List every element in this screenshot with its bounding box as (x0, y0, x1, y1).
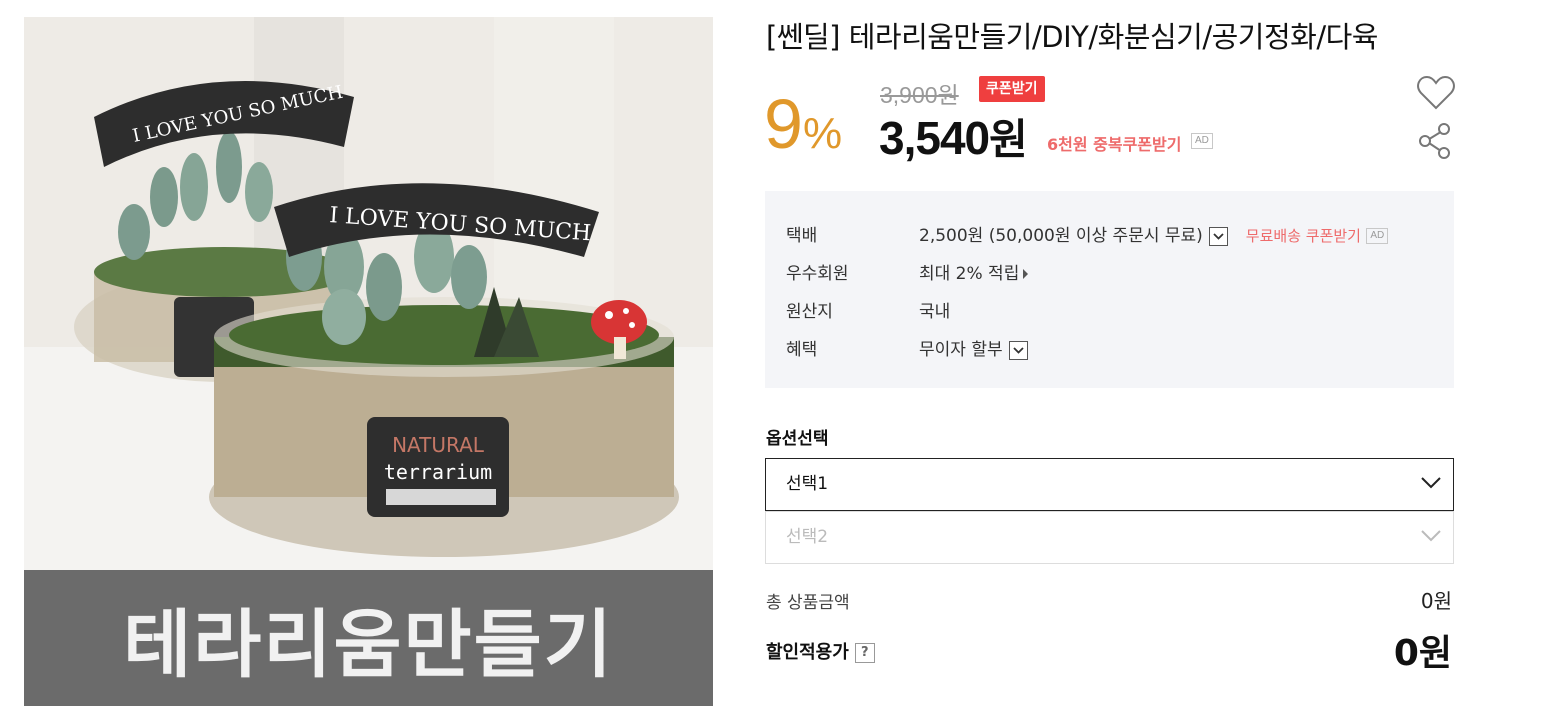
chevron-down-icon (1421, 530, 1441, 542)
label-terrarium: terrarium (384, 460, 492, 484)
discount-rate-number: 9 (764, 85, 803, 163)
sale-price-amount: 3,540 (879, 112, 990, 164)
discount-rate: 9% (764, 84, 842, 164)
delivery-info-box: 택배 2,500원 (50,000원 이상 주문시 무료) 무료배송 쿠폰받기 AD… (765, 191, 1454, 388)
option-select-2-label: 선택2 (786, 527, 829, 547)
share-icon[interactable] (1418, 122, 1452, 160)
image-banner-text: 테라리움만들기 (24, 570, 713, 706)
duplicate-coupon-link[interactable]: 6천원 중복쿠폰받기 (1047, 131, 1181, 155)
coupon-ad-tag: AD (1191, 133, 1213, 149)
info-label-origin: 원산지 (786, 302, 833, 322)
info-row-origin: 원산지 국내 (786, 297, 950, 322)
free-shipping-coupon-link[interactable]: 무료배송 쿠폰받기 (1246, 227, 1361, 245)
info-row-benefit: 혜택 무이자 할부 (786, 335, 1028, 360)
info-label-member: 우수회원 (786, 264, 849, 284)
heart-icon[interactable] (1416, 74, 1456, 112)
product-image: I LOVE YOU SO MUCH I LOVE YOU SO MUCH NA… (24, 17, 713, 706)
info-value-member: 최대 2% 적립 (919, 264, 1020, 284)
info-row-member: 우수회원 최대 2% 적립 (786, 259, 1029, 284)
product-title: [쎈딜] 테라리움만들기/DIY/화분심기/공기정화/다육 (766, 20, 1378, 54)
option-select-2[interactable]: 선택2 (765, 511, 1454, 564)
sale-price: 3,540원 (879, 106, 1028, 167)
sale-price-unit: 원 (989, 115, 1028, 164)
option-select-1[interactable]: 선택1 (765, 458, 1454, 511)
free-shipping-ad-tag: AD (1366, 228, 1389, 244)
discount-price-value: 0원 (1393, 633, 1452, 674)
info-label-delivery: 택배 (786, 226, 818, 246)
delivery-dropdown-button[interactable] (1208, 226, 1228, 246)
discount-rate-unit: % (802, 109, 843, 158)
terrarium-photo: I LOVE YOU SO MUCH I LOVE YOU SO MUCH NA… (24, 17, 713, 570)
original-price: 3,900원 (880, 82, 959, 108)
chevron-down-icon (1012, 346, 1024, 354)
info-row-delivery: 택배 2,500원 (50,000원 이상 주문시 무료) 무료배송 쿠폰받기 AD (786, 221, 1389, 246)
coupon-button[interactable]: 쿠폰받기 (979, 76, 1045, 102)
info-value-delivery: 2,500원 (50,000원 이상 주문시 무료) (919, 226, 1203, 246)
chevron-down-icon (1213, 232, 1224, 240)
help-icon[interactable]: ? (854, 643, 875, 663)
options-heading: 옵션선택 (766, 429, 829, 449)
benefit-dropdown-button[interactable] (1008, 340, 1028, 360)
chevron-down-icon (1421, 477, 1441, 489)
option-select-1-label: 선택1 (786, 474, 829, 494)
arrow-right-icon[interactable] (1023, 269, 1029, 279)
total-price-label: 총 상품금액 (766, 593, 850, 613)
info-value-benefit: 무이자 할부 (919, 340, 1003, 360)
total-price-value: 0원 (1420, 589, 1452, 613)
info-value-origin: 국내 (919, 302, 951, 322)
label-natural: NATURAL (392, 433, 485, 457)
discount-price-label-text: 할인적용가 (766, 642, 849, 663)
info-label-benefit: 혜택 (786, 340, 818, 360)
discount-price-label: 할인적용가? (766, 638, 875, 664)
